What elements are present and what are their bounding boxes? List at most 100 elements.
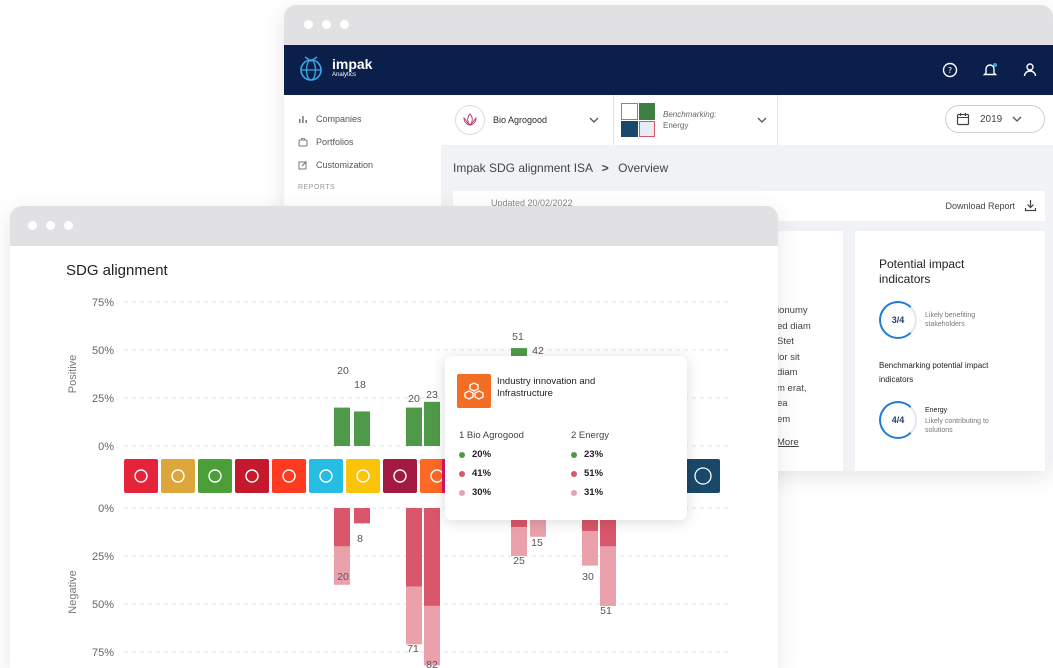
sidebar-item-label: Portfolios xyxy=(316,136,354,147)
tooltip-col-company: 1 Bio Agrogood 20% 41% 30% xyxy=(459,430,524,498)
potential-impact-title: Potential impact indicators xyxy=(879,257,965,286)
sidebar-item-companies[interactable]: Companies xyxy=(284,107,439,130)
breadcrumb-current: Overview xyxy=(618,161,669,175)
window-dot[interactable] xyxy=(304,20,313,29)
window-titlebar xyxy=(284,5,1053,45)
benchmark-label-line1: Benchmarking: xyxy=(663,110,717,119)
bar-negative xyxy=(424,508,440,606)
benchmark-label-line2: Energy xyxy=(663,121,689,130)
bar-negative xyxy=(424,605,440,666)
download-icon[interactable] xyxy=(1024,199,1037,212)
bar-negative xyxy=(582,531,598,566)
tooltip-col-header: 1 Bio Agrogood xyxy=(459,430,524,441)
lotus-icon xyxy=(463,113,477,126)
benchmark-impact-title: Benchmarking potential impact indicators xyxy=(879,361,989,384)
bar-negative xyxy=(406,586,422,645)
sidebar-section-reports: REPORTS xyxy=(298,184,336,191)
calendar-icon xyxy=(956,113,970,126)
tooltip-col-header: 2 Energy xyxy=(571,430,610,441)
chart-tooltip: Industry innovation and Infrastructure 1… xyxy=(445,356,687,520)
text-fragment: lor sit xyxy=(777,351,800,363)
bar-negative xyxy=(406,508,422,587)
window-dot[interactable] xyxy=(340,20,349,29)
data-label: 51 xyxy=(512,331,524,343)
y-tick-label: 50% xyxy=(92,599,114,611)
text-fragment: em xyxy=(777,413,791,425)
sdg2-icon xyxy=(161,459,195,493)
bar-positive xyxy=(334,407,350,446)
benchmark-logo xyxy=(621,103,655,137)
breadcrumb-separator: > xyxy=(601,161,609,175)
year-value: 2019 xyxy=(980,113,1003,125)
y-tick-label: 75% xyxy=(92,297,114,309)
read-more-link[interactable]: More xyxy=(777,435,811,451)
globe-logo-icon xyxy=(300,56,322,81)
chevron-down-icon xyxy=(1012,116,1022,122)
bar-positive xyxy=(406,407,422,446)
svg-text:?: ? xyxy=(948,66,952,75)
tooltip-value: 31% xyxy=(584,487,604,498)
company-selector[interactable]: Bio Agrogood xyxy=(455,101,605,139)
tooltip-value: 41% xyxy=(472,468,492,479)
app-logo[interactable]: impak Analytics xyxy=(298,54,372,82)
bar-negative xyxy=(354,508,370,524)
selector-bar: Bio Agrogood Benchmarking: Energy 2019 xyxy=(441,95,1053,145)
tooltip-title: Industry innovation and Infrastructure xyxy=(497,376,596,399)
edit-icon xyxy=(298,160,307,169)
y-tick-label: 0% xyxy=(98,503,114,515)
sdg8-icon xyxy=(383,459,417,493)
year-selector[interactable]: 2019 xyxy=(945,105,1045,133)
download-report-button[interactable]: Download Report xyxy=(945,201,1015,211)
text-fragment: ed diam xyxy=(777,320,811,332)
data-label: 20 xyxy=(337,571,349,583)
solutions-ring: 4/4 xyxy=(879,401,917,439)
y-tick-label: 25% xyxy=(92,393,114,405)
sdg17-icon xyxy=(686,459,720,493)
app-name: impak xyxy=(332,56,373,72)
window-dot[interactable] xyxy=(322,20,331,29)
bar-negative xyxy=(334,508,350,547)
text-fragment: diam xyxy=(777,367,798,378)
tooltip-value: 30% xyxy=(472,487,492,498)
cubes-icon xyxy=(464,382,484,400)
tooltip-value: 51% xyxy=(584,468,604,479)
chevron-down-icon xyxy=(589,117,599,123)
stakeholders-ring: 3/4 xyxy=(879,301,917,339)
briefcase-icon xyxy=(298,137,308,146)
ring-label: Energy xyxy=(925,406,948,414)
user-icon[interactable] xyxy=(1021,61,1039,79)
data-label: 8 xyxy=(357,533,363,545)
notification-bell-icon[interactable] xyxy=(981,61,999,79)
y-tick-label: 25% xyxy=(92,551,114,563)
data-label: 18 xyxy=(354,379,366,391)
y-axis-label-negative: Negative xyxy=(67,570,79,613)
help-icon[interactable]: ? xyxy=(941,61,959,79)
sdg3-icon xyxy=(198,459,232,493)
bar-positive xyxy=(424,401,440,446)
text-fragment: ea xyxy=(777,398,788,409)
sidebar-item-label: Companies xyxy=(316,113,362,124)
bar-chart-icon xyxy=(299,115,307,123)
benchmark-selector[interactable]: Benchmarking: Energy xyxy=(621,101,771,139)
sdg5-icon xyxy=(272,459,306,493)
breadcrumb: Impak SDG alignment ISA > Overview xyxy=(453,161,668,175)
data-label: 30 xyxy=(582,571,594,583)
data-label: 71 xyxy=(407,643,419,655)
top-navbar: impak Analytics ? xyxy=(284,45,1053,95)
bar-negative xyxy=(600,546,616,606)
sdg4-icon xyxy=(235,459,269,493)
sidebar-item-customization[interactable]: Customization xyxy=(284,153,439,176)
text-fragment: m erat, xyxy=(777,382,807,394)
sdg7-icon xyxy=(346,459,380,493)
app-subtitle: Analytics xyxy=(332,72,357,78)
data-label: 51 xyxy=(600,605,612,617)
breadcrumb-parent[interactable]: Impak SDG alignment ISA xyxy=(453,161,592,175)
sdg9-icon xyxy=(457,374,491,408)
bar-negative xyxy=(511,527,527,556)
bar-positive xyxy=(354,411,370,446)
sidebar-item-portfolios[interactable]: Portfolios xyxy=(284,130,439,153)
tooltip-value: 23% xyxy=(584,449,604,460)
y-axis-label-positive: Positive xyxy=(67,355,79,394)
potential-impact-panel: Potential impact indicators 3/4 Likely b… xyxy=(855,231,1045,471)
ring-description: Likely benefiting stakeholders xyxy=(925,312,976,328)
